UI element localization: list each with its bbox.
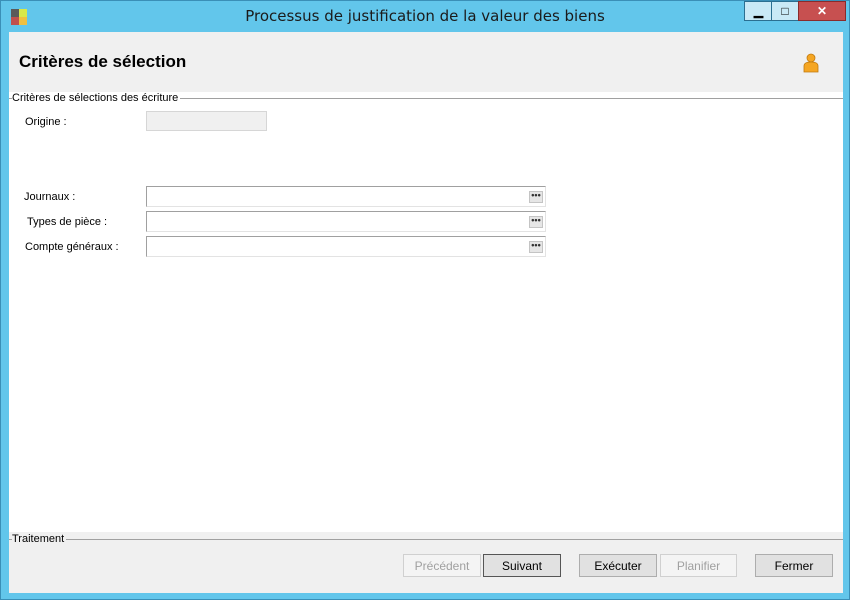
- execute-button[interactable]: Exécuter: [579, 554, 657, 577]
- title-bar[interactable]: Processus de justification de la valeur …: [1, 1, 849, 31]
- minimize-button[interactable]: ▁: [744, 1, 772, 21]
- application-window: Processus de justification de la valeur …: [0, 0, 850, 600]
- journaux-browse-button[interactable]: •••: [529, 191, 543, 203]
- window-title: Processus de justification de la valeur …: [245, 7, 605, 25]
- journaux-label: Journaux :: [24, 191, 76, 203]
- compte-generaux-input[interactable]: [149, 239, 525, 254]
- types-piece-input[interactable]: [149, 214, 525, 229]
- origine-label: Origine :: [25, 116, 67, 128]
- client-area: Critères de sélection Critères de sélect…: [9, 32, 843, 593]
- minimize-icon: ▁: [753, 4, 764, 18]
- types-piece-browse-button[interactable]: •••: [529, 216, 543, 228]
- maximize-button[interactable]: □: [771, 1, 799, 21]
- journaux-input[interactable]: [149, 189, 525, 204]
- types-piece-lookup: •••: [146, 211, 546, 232]
- close-window-button[interactable]: ✕: [798, 1, 846, 21]
- user-icon[interactable]: [802, 53, 820, 73]
- traitement-group-label: Traitement: [12, 533, 67, 545]
- maximize-icon: □: [781, 4, 789, 18]
- header-panel: Critères de sélection: [9, 32, 843, 92]
- journaux-lookup: •••: [146, 186, 546, 207]
- close-icon: ✕: [816, 4, 828, 18]
- next-button[interactable]: Suivant: [483, 554, 561, 577]
- selection-group-label: Critères de sélections des écriture: [12, 92, 181, 104]
- traitement-group-border: [9, 539, 843, 540]
- schedule-button[interactable]: Planifier: [660, 554, 737, 577]
- types-piece-label: Types de pièce :: [27, 216, 108, 228]
- close-button[interactable]: Fermer: [755, 554, 833, 577]
- compte-generaux-label: Compte généraux :: [25, 241, 119, 253]
- previous-button[interactable]: Précédent: [403, 554, 481, 577]
- origine-field: [146, 111, 267, 131]
- compte-generaux-lookup: •••: [146, 236, 546, 257]
- compte-generaux-browse-button[interactable]: •••: [529, 241, 543, 253]
- page-title: Critères de sélection: [19, 52, 187, 71]
